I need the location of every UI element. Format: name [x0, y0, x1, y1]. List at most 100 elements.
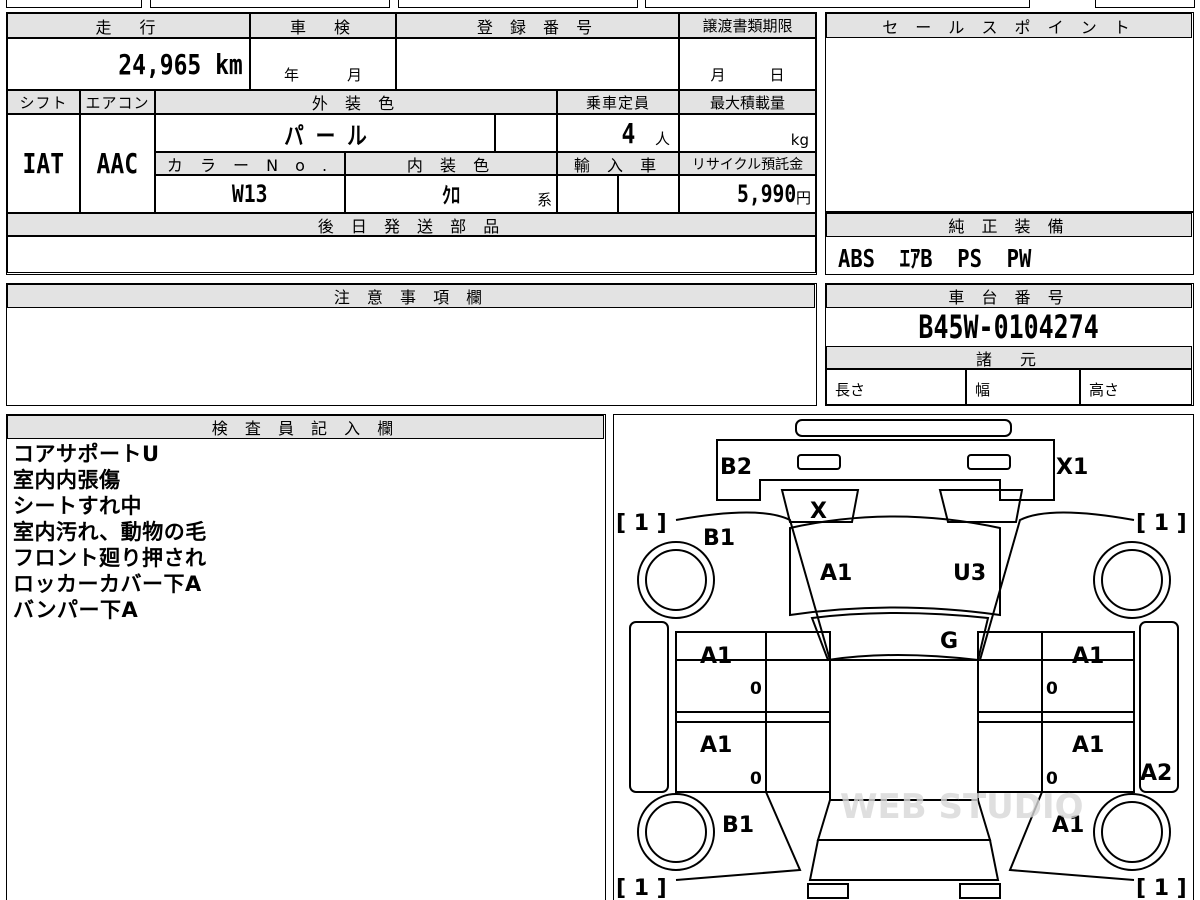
- car-diagram-box: B2 X1 X B1 A1 U3 G A1 A1 A1 A1 A2 B1 A1 …: [613, 414, 1194, 900]
- door-zero-fl: 0: [750, 679, 762, 699]
- code-a2: A2: [1140, 761, 1172, 786]
- inspector-notes-label: 検 査 員 記 入 欄: [7, 415, 604, 439]
- code-a1-hood: A1: [820, 561, 852, 586]
- code-x: X: [810, 499, 827, 524]
- recycle-unit: 円: [795, 189, 811, 207]
- exterior-color-value: パ ー ル: [283, 121, 367, 150]
- code-a1-front-left: A1: [700, 644, 732, 669]
- inspector-notes-list: コアサポートU 室内内張傷 シートすれ中 室内汚れ、動物の毛 フロント廻り押され…: [13, 441, 207, 623]
- code-a1-rear-left: A1: [700, 733, 732, 758]
- max-load-value-cell: kg: [679, 114, 816, 152]
- note-line: フロント廻り押され: [13, 546, 207, 570]
- interior-color-value-cell: ｸﾛ 系: [345, 175, 557, 213]
- ac-value: AAC: [96, 147, 139, 180]
- note-line: バンパー下A: [13, 598, 139, 622]
- spec-height-label: 高さ: [1089, 381, 1120, 399]
- registration-value-cell: [396, 38, 679, 90]
- interior-color-unit: 系: [536, 191, 552, 209]
- capacity-label: 乗車定員: [557, 90, 679, 114]
- sales-point-box: セ ー ル ス ポ イ ン ト: [825, 12, 1194, 212]
- max-load-label: 最大積載量: [679, 90, 816, 114]
- recycle-label: リサイクル預託金: [679, 152, 816, 175]
- car-diagram: B2 X1 X B1 A1 U3 G A1 A1 A1 A1 A2 B1 A1 …: [616, 418, 1187, 900]
- inspector-notes-box: 検 査 員 記 入 欄 コアサポートU 室内内張傷 シートすれ中 室内汚れ、動物…: [6, 414, 606, 900]
- shaken-year: 年: [283, 66, 299, 84]
- transfer-value-cell: 月 日: [679, 38, 816, 90]
- import-label: 輸 入 車: [557, 152, 679, 175]
- note-line: ロッカーカバー下A: [13, 572, 202, 596]
- max-load-unit: kg: [790, 131, 809, 149]
- exterior-extra-cell: [495, 114, 557, 152]
- color-no-value: W13: [232, 180, 268, 208]
- chassis-value: B45W-0104274: [918, 308, 1100, 346]
- sales-point-label: セ ー ル ス ポ イ ン ト: [826, 13, 1192, 38]
- code-b2: B2: [720, 455, 752, 480]
- top-strip: [398, 0, 638, 8]
- ac-value-cell: AAC: [80, 114, 155, 213]
- genuine-equipment-label: 純 正 装 備: [826, 213, 1192, 237]
- spec-length-cell: 長さ: [826, 369, 966, 405]
- code-b1-front: B1: [703, 526, 735, 551]
- code-b1-rear: B1: [722, 813, 754, 838]
- top-strip: [1095, 0, 1195, 8]
- code-x1: X1: [1056, 455, 1088, 480]
- transfer-day: 日: [769, 66, 785, 84]
- import-value-cell-a: [557, 175, 618, 213]
- door-zero-rl: 0: [750, 769, 762, 789]
- caution-box: 注 意 事 項 欄: [6, 283, 817, 406]
- top-strip: [150, 0, 390, 8]
- caution-label: 注 意 事 項 欄: [7, 284, 815, 308]
- shift-value-cell: IAT: [7, 114, 80, 213]
- genuine-equipment-box: 純 正 装 備 ABS ｴｱB PS PW: [825, 212, 1194, 275]
- genuine-equipment-value: ABS ｴｱB PS PW: [838, 244, 1032, 273]
- mileage-label: 走 行: [7, 13, 250, 38]
- ac-label: エアコン: [80, 90, 155, 114]
- transfer-month: 月: [710, 66, 726, 84]
- door-zero-rr: 0: [1046, 769, 1058, 789]
- note-line: コアサポートU: [13, 442, 160, 466]
- spec-length-label: 長さ: [835, 381, 866, 399]
- chassis-label: 車 台 番 号: [826, 284, 1192, 308]
- chassis-box: 車 台 番 号 B45W-0104274 諸 元 長さ 幅 高さ: [825, 283, 1194, 406]
- spec-height-cell: 高さ: [1080, 369, 1192, 405]
- vehicle-info-grid: 走 行 車 検 登 録 番 号 譲渡書類期限 24,965 km 年 月 月 日…: [6, 12, 817, 275]
- code-g: G: [940, 629, 958, 654]
- shift-label: シフト: [7, 90, 80, 114]
- interior-color-label: 内 装 色: [345, 152, 557, 175]
- note-line: シートすれ中: [13, 494, 142, 518]
- top-strip: [6, 0, 142, 8]
- watermark: WEB STUDIO: [840, 787, 1084, 827]
- capacity-unit: 人: [654, 130, 670, 148]
- shift-value: IAT: [22, 147, 65, 180]
- code-a1-rear-right: A1: [1072, 733, 1104, 758]
- tire-front-right: [ 1 ]: [1136, 511, 1187, 536]
- import-value-cell-b: [618, 175, 679, 213]
- capacity-value-cell: 4 人: [557, 114, 679, 152]
- shaken-month: 月: [347, 66, 363, 84]
- shaken-label: 車 検: [250, 13, 396, 38]
- interior-color-value: ｸﾛ: [441, 184, 461, 209]
- mileage-value: 24,965 km: [118, 47, 243, 81]
- spec-width-label: 幅: [975, 381, 991, 399]
- exterior-color-label: 外 装 色: [155, 90, 557, 114]
- specs-label: 諸 元: [826, 346, 1192, 369]
- exterior-color-value-cell: パ ー ル: [155, 114, 495, 152]
- mileage-value-cell: 24,965 km: [7, 38, 250, 90]
- shaken-value-cell: 年 月: [250, 38, 396, 90]
- note-line: 室内汚れ、動物の毛: [13, 520, 207, 544]
- recycle-value: 5,990: [736, 180, 796, 208]
- code-a1-front-right: A1: [1072, 644, 1104, 669]
- note-line: 室内内張傷: [13, 468, 121, 492]
- registration-label: 登 録 番 号: [396, 13, 679, 38]
- capacity-value: 4: [621, 116, 636, 150]
- door-zero-fr: 0: [1046, 679, 1058, 699]
- code-u3: U3: [953, 561, 986, 586]
- tire-front-left: [ 1 ]: [616, 511, 667, 536]
- recycle-value-cell: 5,990 円: [679, 175, 816, 213]
- transfer-deadline-label: 譲渡書類期限: [679, 13, 816, 38]
- spec-width-cell: 幅: [966, 369, 1080, 405]
- tire-rear-right: [ 1 ]: [1136, 876, 1187, 900]
- color-no-label: カ ラ ー N o .: [155, 152, 345, 175]
- top-strip: [645, 0, 1030, 8]
- color-no-value-cell: W13: [155, 175, 345, 213]
